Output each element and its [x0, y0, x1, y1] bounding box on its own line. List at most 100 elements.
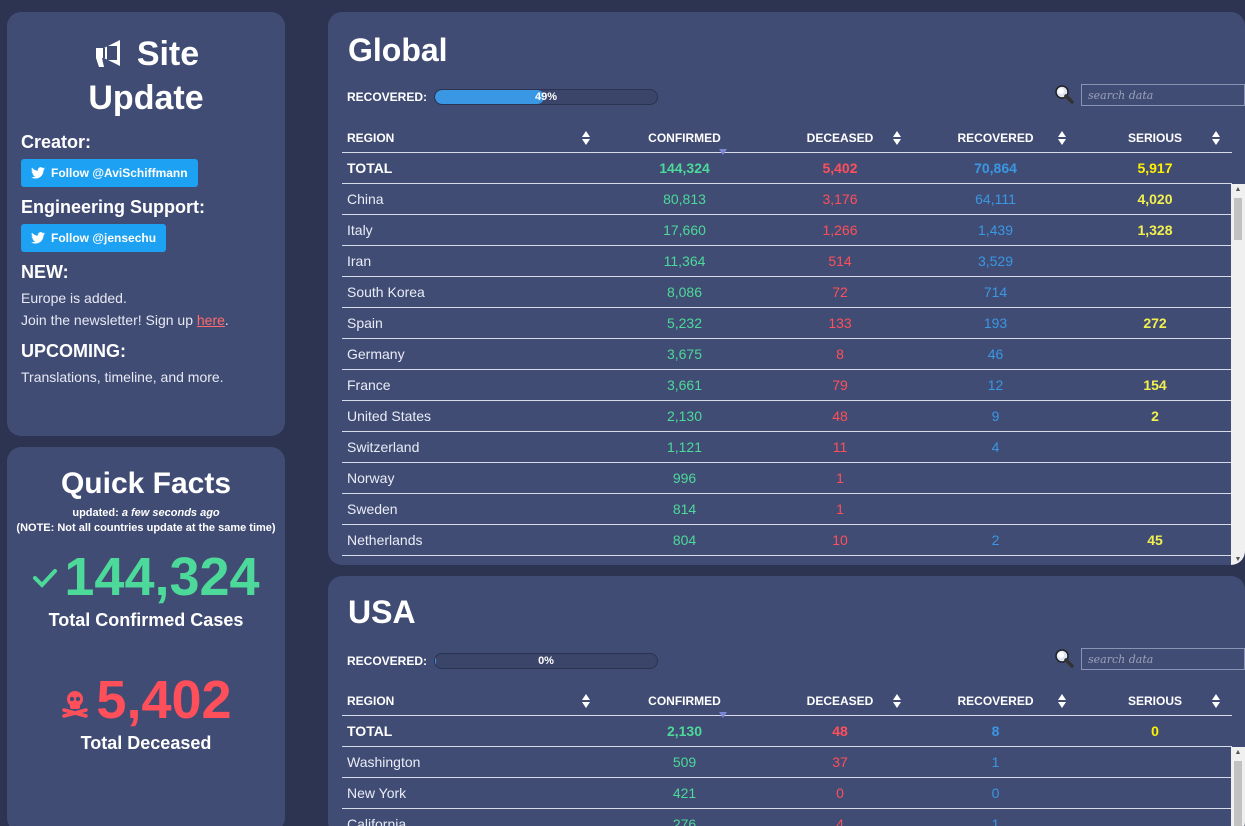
cell-serious: [1078, 431, 1232, 463]
usa-recovered-pct: 0%: [538, 655, 554, 667]
cell-recovered: 1,439: [913, 214, 1078, 246]
usa-search-input[interactable]: [1081, 648, 1245, 670]
column-header-confirmed[interactable]: CONFIRMED: [602, 124, 767, 155]
usa-scrollbar[interactable]: ▲: [1231, 747, 1245, 826]
site-update-title: Site Update: [21, 32, 271, 120]
cell-deceased: 48: [767, 715, 913, 747]
cell-region: TOTAL: [342, 715, 602, 747]
cell-region: Netherlands: [342, 524, 602, 556]
cell-deceased: 79: [767, 369, 913, 401]
cell-recovered: 12: [913, 369, 1078, 401]
engineering-heading: Engineering Support:: [21, 197, 205, 217]
cell-deceased: 1,266: [767, 214, 913, 246]
total-row: TOTAL 144,324 5,402 70,864 5,917: [342, 152, 1232, 184]
sort-arrows-icon[interactable]: [1058, 131, 1066, 145]
cell-recovered: [913, 493, 1078, 525]
magnifier-icon[interactable]: [1053, 648, 1075, 670]
column-header-serious[interactable]: SERIOUS: [1078, 124, 1232, 153]
cell-deceased: 37: [767, 746, 913, 778]
cell-recovered: 9: [913, 400, 1078, 432]
column-header-region[interactable]: REGION: [342, 687, 602, 716]
update-note: (NOTE: Not all countries update at the s…: [16, 522, 276, 534]
newsletter-link[interactable]: here: [197, 312, 225, 328]
column-header-recovered[interactable]: RECOVERED: [913, 124, 1078, 153]
sort-arrows-icon[interactable]: [1212, 694, 1220, 708]
usa-header-row: REGION CONFIRMED DECEASED RECOVERED SERIOUS: [342, 687, 1232, 718]
cell-confirmed: 5,232: [602, 307, 767, 339]
global-table: REGION CONFIRMED DECEASED RECOVERED SERIOUS …: [342, 124, 1232, 556]
column-header-label: REGION: [347, 693, 395, 708]
updated-value: a few seconds ago: [121, 507, 220, 519]
cell-recovered: 193: [913, 307, 1078, 339]
cell-recovered: [913, 462, 1078, 494]
cell-serious: [1078, 276, 1232, 308]
global-search-input[interactable]: [1081, 84, 1245, 106]
cell-serious: [1078, 777, 1232, 809]
column-header-deceased[interactable]: DECEASED: [767, 687, 913, 716]
magnifier-icon[interactable]: [1053, 84, 1075, 106]
check-icon: [33, 569, 58, 588]
column-header-label: SERIOUS: [1127, 130, 1182, 145]
upcoming-heading: UPCOMING:: [21, 341, 126, 361]
column-header-label: RECOVERED: [957, 693, 1034, 708]
quick-facts-card: Quick Facts updated: a few seconds ago (…: [7, 447, 285, 826]
cell-recovered: 3,529: [913, 245, 1078, 277]
cell-deceased: 11: [767, 431, 913, 463]
sort-arrows-icon[interactable]: [1212, 131, 1220, 145]
table-row: Washington 509 37 1: [342, 746, 1232, 778]
column-header-confirmed[interactable]: CONFIRMED: [602, 687, 767, 718]
new-heading: NEW:: [21, 262, 69, 282]
sort-arrows-icon[interactable]: [1058, 694, 1066, 708]
cell-recovered: 1: [913, 746, 1078, 778]
new-line2-suffix: .: [224, 312, 229, 328]
scroll-up-arrow[interactable]: ▲: [1234, 749, 1242, 757]
cell-recovered: 714: [913, 276, 1078, 308]
table-row: France 3,661 79 12 154: [342, 369, 1232, 401]
scroll-down-arrow[interactable]: ▼: [1234, 556, 1242, 564]
cell-serious: [1078, 493, 1232, 525]
sort-desc-icon[interactable]: [719, 711, 727, 719]
cell-confirmed: 144,324: [602, 152, 767, 184]
global-scrollbar[interactable]: ▲ ▼: [1231, 184, 1245, 565]
cell-region: China: [342, 183, 602, 215]
scroll-thumb[interactable]: [1234, 761, 1242, 826]
site-update-card: Site Update Creator: Follow @AviSchiffma…: [7, 12, 285, 436]
cell-deceased: 1: [767, 493, 913, 525]
cell-confirmed: 3,661: [602, 369, 767, 401]
cell-serious: 4,020: [1078, 183, 1232, 215]
follow-creator-button[interactable]: Follow @AviSchiffmann: [21, 159, 198, 187]
usa-recovered-label: RECOVERED:: [347, 654, 428, 668]
upcoming-text: Translations, timeline, and more.: [21, 369, 224, 385]
scroll-up-arrow[interactable]: ▲: [1234, 186, 1242, 194]
cell-region: Italy: [342, 214, 602, 246]
column-header-deceased[interactable]: DECEASED: [767, 124, 913, 153]
cell-recovered: 2: [913, 524, 1078, 556]
column-header-recovered[interactable]: RECOVERED: [913, 687, 1078, 716]
table-row: Norway 996 1: [342, 462, 1232, 494]
new-line2-prefix: Join the newsletter! Sign up: [21, 312, 197, 328]
column-header-serious[interactable]: SERIOUS: [1078, 687, 1232, 716]
sort-arrows-icon[interactable]: [893, 694, 901, 708]
cell-region: Germany: [342, 338, 602, 370]
cell-serious: 5,917: [1078, 152, 1232, 184]
sort-arrows-icon[interactable]: [893, 131, 901, 145]
new-text: Europe is added. Join the newsletter! Si…: [21, 287, 271, 331]
follow-engineer-button[interactable]: Follow @jensechu: [21, 224, 167, 252]
table-row: California 276 4 1: [342, 808, 1232, 826]
sort-desc-icon[interactable]: [719, 148, 727, 156]
sort-arrows-icon[interactable]: [582, 131, 590, 145]
usa-panel: USA RECOVERED: 0% REGION CONFIRMED DECEASE…: [328, 576, 1245, 826]
column-header-region[interactable]: REGION: [342, 124, 602, 153]
cell-deceased: 133: [767, 307, 913, 339]
table-row: Switzerland 1,121 11 4: [342, 431, 1232, 463]
cell-recovered: 70,864: [913, 152, 1078, 184]
sort-arrows-icon[interactable]: [582, 694, 590, 708]
megaphone-icon: [95, 40, 120, 67]
cell-confirmed: 814: [602, 493, 767, 525]
cell-confirmed: 8,086: [602, 276, 767, 308]
scroll-thumb[interactable]: [1234, 198, 1242, 240]
cell-confirmed: 11,364: [602, 245, 767, 277]
cell-region: Washington: [342, 746, 602, 778]
total-deceased-number: 5,402: [11, 669, 281, 731]
table-row: Italy 17,660 1,266 1,439 1,328: [342, 214, 1232, 246]
